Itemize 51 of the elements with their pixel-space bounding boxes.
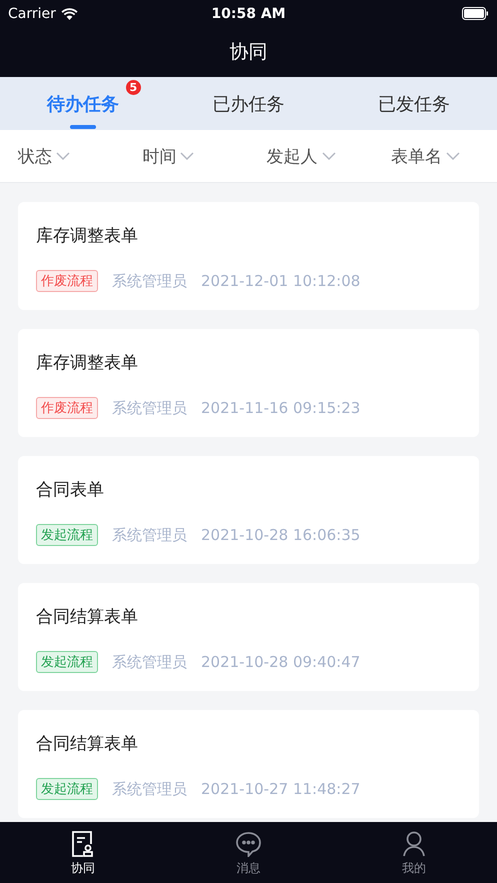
sender-name: 系统管理员 xyxy=(112,652,187,672)
filter-dropdown[interactable]: 发起人 xyxy=(248,130,373,182)
task-card[interactable]: 库存调整表单 作废流程 系统管理员 2021-11-16 09:15:23 xyxy=(18,329,479,437)
chevron-down-icon xyxy=(446,152,460,160)
status-tag: 发起流程 xyxy=(36,778,98,800)
task-time: 2021-10-28 09:40:47 xyxy=(201,653,360,671)
count-badge: 5 xyxy=(126,80,141,94)
task-time: 2021-10-27 11:48:27 xyxy=(201,780,360,798)
filter-dropdown[interactable]: 状态 xyxy=(0,130,124,182)
status-time: 10:58 AM xyxy=(211,6,286,22)
tab-bar-item[interactable]: 消息 xyxy=(166,822,332,883)
wifi-icon xyxy=(60,8,78,20)
tab[interactable]: 待办任务 5 xyxy=(0,77,166,130)
battery-icon xyxy=(462,7,489,20)
tab[interactable]: 已发任务 xyxy=(331,77,497,130)
person-icon xyxy=(402,831,426,857)
status-tag: 作废流程 xyxy=(36,270,98,292)
tab-bar-item[interactable]: 协同 xyxy=(0,822,166,883)
task-card[interactable]: 合同结算表单 发起流程 系统管理员 2021-10-28 09:40:47 xyxy=(18,583,479,691)
sender-name: 系统管理员 xyxy=(112,526,187,544)
task-time: 2021-11-16 09:15:23 xyxy=(201,399,360,417)
tab[interactable]: 已办任务 xyxy=(166,77,332,130)
chat-bubble-icon xyxy=(235,831,262,857)
filter-dropdown[interactable]: 时间 xyxy=(124,130,248,182)
chevron-down-icon xyxy=(322,152,336,160)
task-card[interactable]: 合同结算表单 发起流程 系统管理员 2021-10-27 11:48:27 xyxy=(18,710,479,818)
task-time: 2021-12-01 10:12:08 xyxy=(201,272,360,290)
filter-dropdown[interactable]: 表单名 xyxy=(372,130,497,182)
chevron-down-icon xyxy=(56,152,70,160)
task-title: 库存调整表单 xyxy=(36,352,139,374)
task-card[interactable]: 库存调整表单 作废流程 系统管理员 2021-12-01 10:12:08 xyxy=(18,202,479,310)
sender-name: 系统管理员 xyxy=(112,398,187,418)
status-tag: 作废流程 xyxy=(36,397,98,419)
chevron-down-icon xyxy=(180,152,194,160)
task-card[interactable]: 合同表单 发起流程 系统管理员 2021-10-28 16:06:35 xyxy=(18,456,479,564)
tab-bar-label: 我的 xyxy=(402,860,426,877)
tab-bar-label: 消息 xyxy=(236,860,260,877)
status-tag: 发起流程 xyxy=(36,651,98,673)
document-stamp-icon xyxy=(70,831,95,857)
sender-name: 系统管理员 xyxy=(112,780,187,798)
task-title: 库存调整表单 xyxy=(36,225,139,247)
status-tag: 发起流程 xyxy=(36,524,98,546)
carrier-label: Carrier xyxy=(8,6,56,22)
task-title: 合同结算表单 xyxy=(36,606,139,628)
tab-bar-label: 协同 xyxy=(70,860,95,877)
task-title: 合同结算表单 xyxy=(36,733,139,755)
sender-name: 系统管理员 xyxy=(112,272,187,290)
tab-bar-item[interactable]: 我的 xyxy=(331,822,497,883)
page-title: 协同 xyxy=(230,40,268,65)
task-time: 2021-10-28 16:06:35 xyxy=(201,526,360,544)
task-title: 合同表单 xyxy=(36,479,105,501)
